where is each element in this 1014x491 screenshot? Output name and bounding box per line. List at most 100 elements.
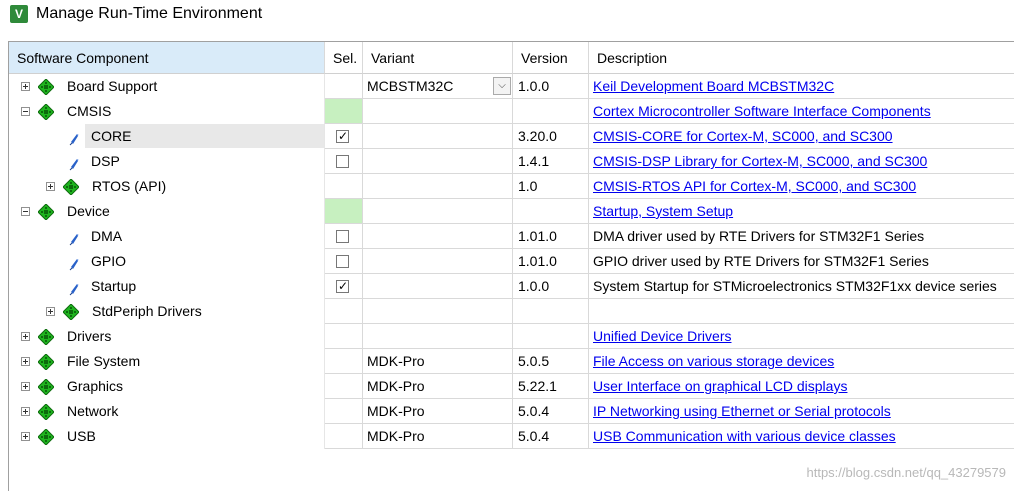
table-row[interactable]: Graphics MDK-Pro 5.22.1 User Interface on g… (9, 374, 1014, 399)
version-cell (513, 199, 589, 224)
variant-cell (363, 324, 513, 349)
table-row[interactable]: GPIO 1.01.0 GPIO driver used by RTE Driver… (9, 249, 1014, 274)
component-cell[interactable]: Drivers (9, 324, 325, 349)
description-link[interactable]: CMSIS-DSP Library for Cortex-M, SC000, a… (593, 153, 927, 169)
component-cell[interactable]: GPIO (9, 249, 325, 274)
description-cell: DMA driver used by RTE Drivers for STM32… (589, 224, 1014, 249)
pin-icon (69, 254, 79, 271)
variant-cell (363, 99, 513, 124)
component-name: Drivers (67, 328, 112, 344)
component-cell[interactable]: CMSIS (9, 99, 325, 124)
pin-icon (69, 229, 79, 246)
component-cell[interactable]: CORE (9, 124, 325, 149)
description-link[interactable]: Unified Device Drivers (593, 328, 731, 344)
description-cell: User Interface on graphical LCD displays (589, 374, 1014, 399)
table-row[interactable]: Startup 1.0.0System Startup for STMicroel… (9, 274, 1014, 299)
component-name: USB (67, 428, 96, 444)
variant-cell: MDK-Pro (363, 374, 513, 399)
component-cell[interactable]: Device (9, 199, 325, 224)
component-cell[interactable]: DSP (9, 149, 325, 174)
version-cell: 5.0.5 (513, 349, 589, 374)
description-link[interactable]: USB Communication with various device cl… (593, 428, 896, 444)
description-link[interactable]: IP Networking using Ethernet or Serial p… (593, 403, 891, 419)
component-cell[interactable]: RTOS (API) (9, 174, 325, 199)
variant-value: MCBSTM32C (367, 78, 454, 94)
table-row[interactable]: DSP 1.4.1 CMSIS-DSP Library for Cortex-M, … (9, 149, 1014, 174)
column-header-version[interactable]: Version (513, 42, 589, 74)
description-link[interactable]: Keil Development Board MCBSTM32C (593, 78, 834, 94)
variant-value: MDK-Pro (367, 403, 425, 419)
select-cell (325, 274, 363, 299)
column-header-sel[interactable]: Sel. (325, 42, 363, 74)
component-cell[interactable]: USB (9, 424, 325, 449)
expand-plus-icon[interactable] (21, 382, 30, 391)
component-cell[interactable]: StdPeriph Drivers (9, 299, 325, 324)
expand-plus-icon[interactable] (21, 432, 30, 441)
table-row[interactable]: CMSIS Cortex Microcontroller Software Int… (9, 99, 1014, 124)
select-cell (325, 74, 363, 99)
component-cell[interactable]: DMA (9, 224, 325, 249)
table-row[interactable]: Drivers Unified Device Drivers (9, 324, 1014, 349)
table-row[interactable]: DMA 1.01.0 DMA driver used by RTE Drivers … (9, 224, 1014, 249)
description-link[interactable]: File Access on various storage devices (593, 353, 834, 369)
variant-cell (363, 249, 513, 274)
table-row[interactable]: Board Support MCBSTM32C ⌵ 1.0.0 Keil Develop… (9, 74, 1014, 99)
select-checkbox[interactable] (336, 128, 349, 144)
component-name: CMSIS (67, 103, 112, 119)
expand-plus-icon[interactable] (21, 332, 30, 341)
collapse-minus-icon[interactable] (21, 107, 30, 116)
component-diamond-icon (37, 378, 55, 396)
table-row[interactable]: Network MDK-Pro 5.0.4 IP Networking using E… (9, 399, 1014, 424)
description-link[interactable]: User Interface on graphical LCD displays (593, 378, 847, 394)
table-row[interactable]: Device Startup, System Setup (9, 199, 1014, 224)
chevron-down-icon[interactable]: ⌵ (493, 77, 511, 95)
component-cell[interactable]: File System (9, 349, 325, 374)
table-row[interactable]: USB MDK-Pro 5.0.4 USB Communication with va… (9, 424, 1014, 449)
version-cell: 1.4.1 (513, 149, 589, 174)
column-header-description[interactable]: Description (589, 42, 1014, 74)
expand-plus-icon[interactable] (21, 357, 30, 366)
column-header-variant[interactable]: Variant (363, 42, 513, 74)
variant-value: MDK-Pro (367, 353, 425, 369)
description-link[interactable]: CMSIS-CORE for Cortex-M, SC000, and SC30… (593, 128, 893, 144)
description-link[interactable]: Cortex Microcontroller Software Interfac… (593, 103, 931, 119)
component-diamond-icon (37, 403, 55, 421)
description-cell: CMSIS-DSP Library for Cortex-M, SC000, a… (589, 149, 1014, 174)
select-checkbox[interactable] (336, 278, 349, 294)
expand-plus-icon[interactable] (21, 407, 30, 416)
select-cell (325, 149, 363, 174)
description-cell: CMSIS-RTOS API for Cortex-M, SC000, and … (589, 174, 1014, 199)
pin-icon (69, 279, 79, 296)
component-name: File System (67, 353, 141, 369)
component-cell[interactable]: Startup (9, 274, 325, 299)
collapse-minus-icon[interactable] (21, 207, 30, 216)
component-cell[interactable]: Network (9, 399, 325, 424)
column-header-software-component[interactable]: Software Component (9, 42, 325, 74)
variant-cell[interactable]: MCBSTM32C ⌵ (363, 74, 513, 99)
select-checkbox[interactable] (336, 155, 349, 168)
component-name: Device (67, 203, 110, 219)
component-name: StdPeriph Drivers (92, 303, 202, 319)
description-link[interactable]: Startup, System Setup (593, 203, 733, 219)
component-cell[interactable]: Graphics (9, 374, 325, 399)
description-text: System Startup for STMicroelectronics ST… (593, 278, 997, 294)
version-cell: 5.22.1 (513, 374, 589, 399)
description-link[interactable]: CMSIS-RTOS API for Cortex-M, SC000, and … (593, 178, 916, 194)
select-cell (325, 199, 363, 224)
component-diamond-icon (37, 78, 55, 96)
expand-plus-icon[interactable] (46, 307, 55, 316)
description-cell: CMSIS-CORE for Cortex-M, SC000, and SC30… (589, 124, 1014, 149)
table-row[interactable]: CORE 3.20.0CMSIS-CORE for Cortex-M, SC000… (9, 124, 1014, 149)
select-checkbox[interactable] (336, 230, 349, 243)
table-row[interactable]: File System MDK-Pro 5.0.5 File Access on va… (9, 349, 1014, 374)
select-cell (325, 399, 363, 424)
variant-cell (363, 299, 513, 324)
expand-plus-icon[interactable] (46, 182, 55, 191)
component-name: CORE (91, 128, 132, 144)
component-cell[interactable]: Board Support (9, 74, 325, 99)
select-checkbox[interactable] (336, 255, 349, 268)
table-row[interactable]: StdPeriph Drivers (9, 299, 1014, 324)
variant-value: MDK-Pro (367, 378, 425, 394)
table-row[interactable]: RTOS (API) 1.0 CMSIS-RTOS API for Cortex-M… (9, 174, 1014, 199)
expand-plus-icon[interactable] (21, 82, 30, 91)
